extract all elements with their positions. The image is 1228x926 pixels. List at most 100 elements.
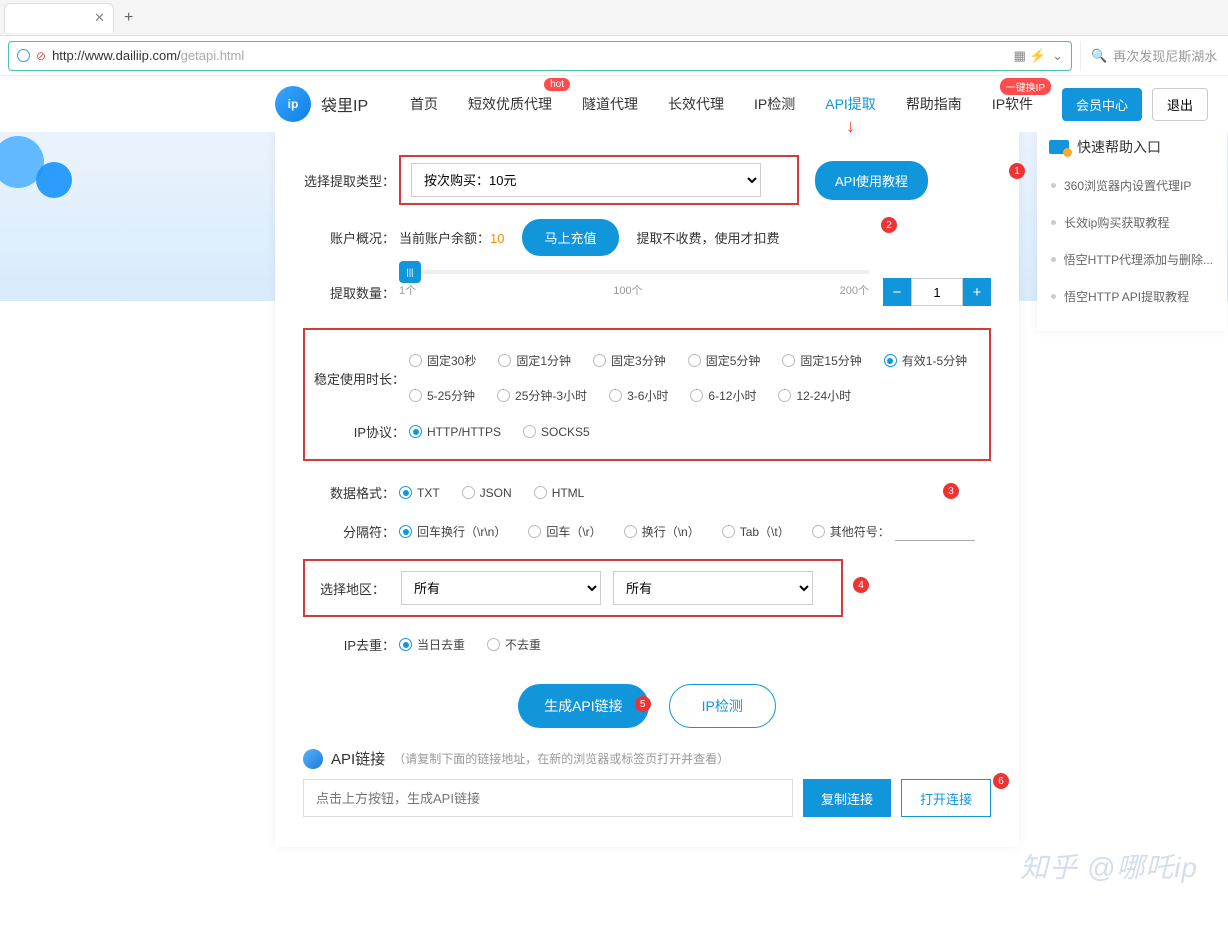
nav-right: 会员中心 退出 [1062,88,1208,121]
radio-dedup-none[interactable]: 不去重 [487,636,541,653]
quantity-slider[interactable]: ||| 1个 100个 200个 [399,270,869,314]
radio-json[interactable]: JSON [462,486,512,500]
radio-cr[interactable]: 回车（\r） [528,522,601,541]
nav-tunnel-proxy[interactable]: 隧道代理 [582,94,638,114]
radio-lf[interactable]: 换行（\n） [624,522,700,541]
radio-crlf[interactable]: 回车换行（\r\n） [399,522,506,541]
chevron-down-icon[interactable]: ⌄ [1052,48,1063,64]
label-extract-type: 选择提取类型： [303,171,395,190]
recharge-button[interactable]: 马上充值 [522,219,618,256]
highlight-box: 按次购买：10元 [399,155,799,205]
copy-link-button[interactable]: 复制连接 [803,779,891,817]
radio-3m[interactable]: 固定3分钟 [593,352,666,369]
qty-minus-button[interactable]: − [883,278,911,306]
radio-other[interactable]: 其他符号： [812,522,975,541]
api-link-header: API链接 （请复制下面的链接地址，在新的浏览器或标签页打开并查看） [303,748,991,769]
radio-txt[interactable]: TXT [399,486,440,500]
marker-5: 5 [635,696,651,712]
highlight-box: 选择地区： 所有 所有 [303,559,843,617]
sidebar-item[interactable]: 长效ip购买获取教程 [1049,204,1215,241]
radio-tab[interactable]: Tab（\t） [722,522,790,541]
bolt-icon[interactable]: ⚡ [1030,48,1046,64]
api-link-input[interactable] [303,779,793,817]
radio-1-5m[interactable]: 有效1-5分钟 [884,352,967,369]
hot-badge: hot [544,78,570,91]
browser-tab[interactable]: ✕ [4,3,114,33]
block-icon: ⊘ [36,49,46,63]
slider-tick: 100个 [613,282,642,298]
logout-button[interactable]: 退出 [1152,88,1208,121]
radio-3-6h[interactable]: 3-6小时 [609,387,668,404]
url-text: http://www.dailiip.com/getapi.html [52,48,244,63]
search-placeholder: 再次发现尼斯湖水 [1113,46,1217,65]
help-sidebar: 快速帮助入口 360浏览器内设置代理IP 长效ip购买获取教程 悟空HTTP代理… [1037,121,1227,331]
api-link-title: API链接 [331,748,385,769]
nav-ip-software[interactable]: 一键换IP IP软件 [992,94,1033,114]
nav-ip-detect[interactable]: IP检测 [754,94,795,114]
radio-25m-3h[interactable]: 25分钟-3小时 [497,387,587,404]
qty-input[interactable] [911,278,963,306]
ip-detect-button[interactable]: IP检测 [669,684,776,728]
nav-help[interactable]: 帮助指南 [906,94,962,114]
marker-2: 2 [881,217,897,233]
browser-search[interactable]: 🔍 再次发现尼斯湖水 [1080,41,1220,71]
radio-6-12h[interactable]: 6-12小时 [690,387,756,404]
new-tab-button[interactable]: + [124,9,133,27]
soft-badge: 一键换IP [1000,78,1051,95]
generate-api-button[interactable]: 生成API链接 5 [518,684,649,728]
select-region-province[interactable]: 所有 [401,571,601,605]
radio-5m[interactable]: 固定5分钟 [688,352,761,369]
select-region-city[interactable]: 所有 [613,571,813,605]
radio-15m[interactable]: 固定15分钟 [782,352,861,369]
label-account: 账户概况： [303,228,395,247]
logo-text: 袋里IP [321,92,368,116]
radio-1m[interactable]: 固定1分钟 [498,352,571,369]
radio-html[interactable]: HTML [534,486,585,500]
highlight-box: 稳定使用时长： 固定30秒 固定1分钟 固定3分钟 固定5分钟 固定15分钟 有… [303,328,991,461]
compass-icon [17,49,30,62]
sidebar-item[interactable]: 悟空HTTP代理添加与删除... [1049,241,1215,278]
radio-5-25m[interactable]: 5-25分钟 [409,387,475,404]
search-icon: 🔍 [1091,48,1107,64]
radio-30s[interactable]: 固定30秒 [409,352,476,369]
radio-socks5[interactable]: SOCKS5 [523,425,590,439]
radio-http[interactable]: HTTP/HTTPS [409,425,501,439]
sidebar-item[interactable]: 360浏览器内设置代理IP [1049,167,1215,204]
link-icon [303,749,323,769]
api-link-row: 复制连接 打开连接 6 [303,779,991,817]
label-format: 数据格式： [303,483,395,502]
address-bar[interactable]: ⊘ http://www.dailiip.com/getapi.html ▦ ⚡… [8,41,1072,71]
label-quantity: 提取数量： [303,283,395,302]
row-separator: 分隔符： 回车换行（\r\n） 回车（\r） 换行（\n） Tab（\t） 其他… [303,522,991,541]
nav-home[interactable]: 首页 [410,94,438,114]
qr-icon[interactable]: ▦ [1014,48,1024,64]
open-link-button[interactable]: 打开连接 [901,779,991,817]
nav-long-proxy[interactable]: 长效代理 [668,94,724,114]
nav-api-extract[interactable]: API提取 ↓ [825,94,876,114]
other-separator-input[interactable] [895,522,975,541]
sidebar-item[interactable]: 悟空HTTP API提取教程 [1049,278,1215,315]
api-form-card: 1 2 选择提取类型： 按次购买：10元 API使用教程 账户概况： 当前账户余… [275,121,1019,847]
radio-12-24h[interactable]: 12-24小时 [778,387,851,404]
logo[interactable]: ip 袋里IP [275,86,368,122]
slider-handle[interactable]: ||| [399,261,421,283]
row-duration: 稳定使用时长： 固定30秒 固定1分钟 固定3分钟 固定5分钟 固定15分钟 有… [313,352,981,404]
member-center-button[interactable]: 会员中心 [1062,88,1142,121]
radio-dedup-daily[interactable]: 当日去重 [399,636,465,653]
label-separator: 分隔符： [303,522,395,541]
address-row: ⊘ http://www.dailiip.com/getapi.html ▦ ⚡… [0,36,1228,76]
label-duration: 稳定使用时长： [313,369,405,388]
row-extract-type: 选择提取类型： 按次购买：10元 API使用教程 [303,155,991,205]
nav-short-proxy[interactable]: hot 短效优质代理 [468,94,552,114]
row-quantity: 提取数量： ||| 1个 100个 200个 − + [303,270,991,314]
help-icon [1049,140,1069,154]
label-region: 选择地区： [315,579,385,598]
marker-6: 6 [993,773,1009,789]
close-icon[interactable]: ✕ [94,10,105,26]
row-region: 选择地区： 所有 所有 4 [303,559,991,617]
api-link-hint: （请复制下面的链接地址，在新的浏览器或标签页打开并查看） [393,750,729,767]
api-tutorial-button[interactable]: API使用教程 [815,161,928,200]
label-protocol: IP协议： [313,422,405,441]
qty-plus-button[interactable]: + [963,278,991,306]
select-extract-type[interactable]: 按次购买：10元 [411,163,761,197]
